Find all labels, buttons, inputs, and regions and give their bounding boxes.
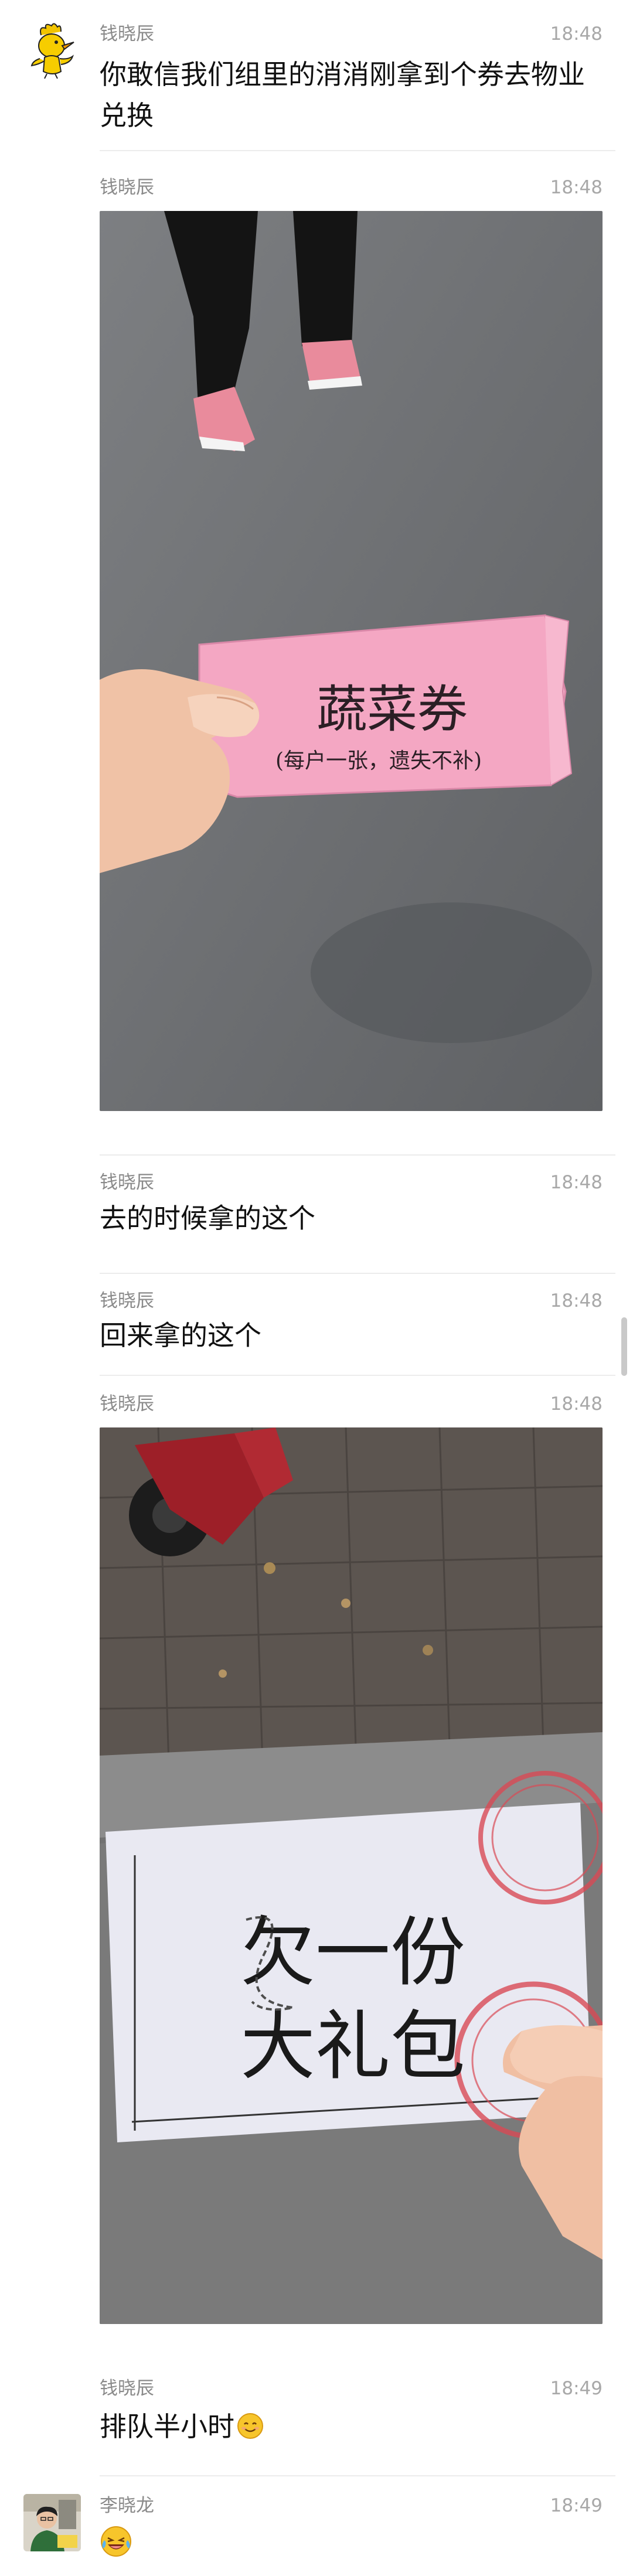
message-text[interactable]: 回来拿的这个: [100, 1315, 604, 1356]
message-time: 18:49: [550, 2378, 603, 2399]
chat-message: 李晓龙 18:49: [0, 2476, 633, 2576]
scrollbar[interactable]: [621, 1317, 627, 1376]
smile-emoji-icon: [237, 2410, 264, 2439]
photo-gift-coupon[interactable]: 欠一份 大礼包: [100, 1427, 603, 2324]
chat-message: 钱晓辰 18:48: [0, 158, 633, 1154]
message-time: 18:48: [550, 1393, 603, 1415]
message-time: 18:48: [550, 23, 603, 45]
sender-name: 钱晓辰: [100, 1172, 154, 1193]
divider: [100, 1273, 615, 1274]
divider: [100, 150, 615, 151]
ticket-note: (每户一张，遗失不补): [275, 749, 482, 773]
message-time: 18:48: [550, 1290, 603, 1311]
chat-message: 钱晓辰 18:48 去的时候拿的这个: [0, 1154, 633, 1258]
message-text[interactable]: [100, 2524, 604, 2565]
message-text-content: 排队半小时: [100, 2411, 234, 2442]
message-text[interactable]: 排队半小时: [100, 2406, 604, 2447]
photo-vegetable-coupon[interactable]: 蔬菜券 (每户一张，遗失不补): [100, 211, 603, 1111]
message-time: 18:48: [550, 1172, 603, 1193]
message-time: 18:48: [550, 177, 603, 198]
chat-message: 钱晓辰 18:48 你敢信我们组里的消消刚拿到个券去物业兑换: [0, 0, 633, 158]
chat-message: 钱晓辰 18:48 回来拿的这个: [0, 1258, 633, 1375]
laugh-cry-emoji-icon: [100, 2525, 132, 2558]
chat-message: 钱晓辰 18:48: [0, 1375, 633, 2359]
message-time: 18:49: [550, 2495, 603, 2516]
chat-history: 钱晓辰 18:48 你敢信我们组里的消消刚拿到个券去物业兑换 钱晓辰 18:48: [0, 0, 633, 2576]
divider: [100, 1154, 615, 1156]
ticket-line1: 欠一份: [240, 1909, 465, 1996]
ticket-title: 蔬菜券: [316, 680, 468, 739]
message-text[interactable]: 你敢信我们组里的消消刚拿到个券去物业兑换: [100, 54, 604, 136]
photo-image: 蔬菜券 (每户一张，遗失不补): [100, 211, 603, 1111]
sender-name: 李晓龙: [100, 2495, 154, 2516]
sender-name: 钱晓辰: [100, 1393, 154, 1415]
ticket-line2: 大礼包: [240, 2003, 465, 2090]
sender-name: 钱晓辰: [100, 2378, 154, 2399]
chat-message: 钱晓辰 18:49 排队半小时: [0, 2359, 633, 2476]
person-avatar-icon[interactable]: [23, 2494, 81, 2551]
woodstock-avatar-icon[interactable]: [23, 22, 81, 80]
sender-name: 钱晓辰: [100, 23, 154, 45]
sender-name: 钱晓辰: [100, 1290, 154, 1311]
photo-image: 欠一份 大礼包: [100, 1427, 603, 2324]
divider: [100, 1375, 615, 1376]
message-text[interactable]: 去的时候拿的这个: [100, 1198, 604, 1239]
sender-name: 钱晓辰: [100, 177, 154, 198]
